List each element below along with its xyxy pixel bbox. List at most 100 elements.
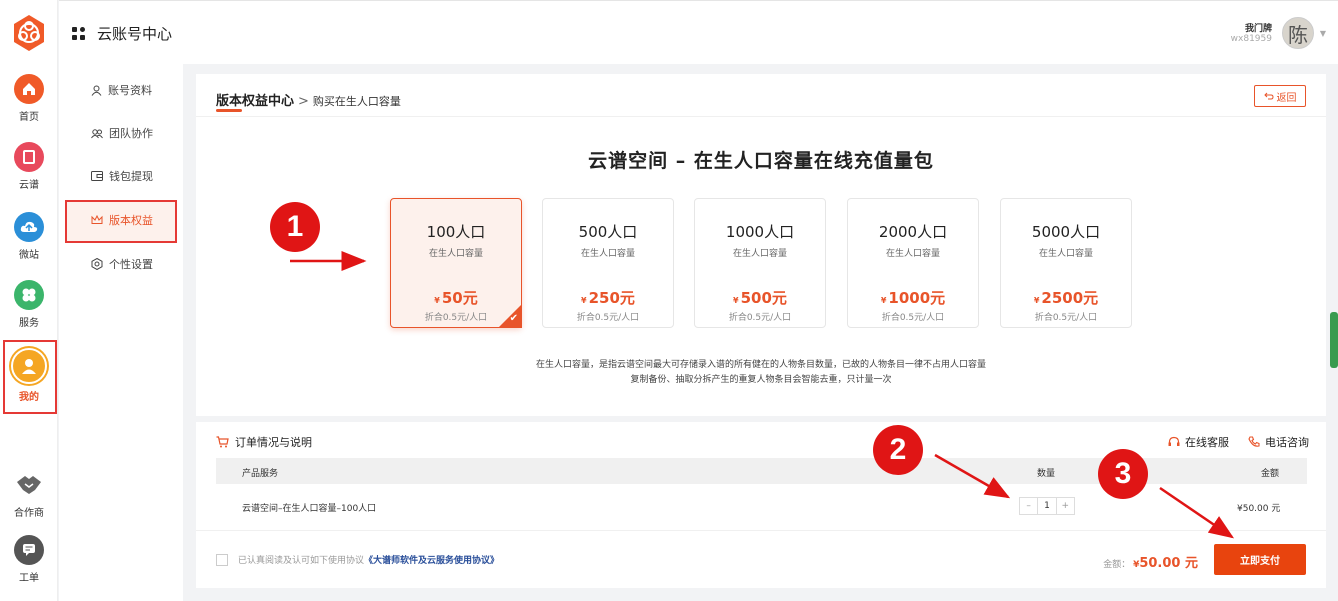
quantity-stepper[interactable]: – 1 + bbox=[1019, 497, 1075, 515]
package-price-value: 250元 bbox=[588, 289, 635, 307]
qty-minus-button[interactable]: – bbox=[1020, 498, 1037, 514]
package-price-value: 50元 bbox=[441, 289, 478, 307]
package-option[interactable]: 5000人口 在生人口容量 ¥2500元 折合0.5元/人口 bbox=[1000, 198, 1132, 328]
rail-item-home[interactable]: 首页 bbox=[0, 74, 58, 123]
agree-text: 已认真阅读及认可如下使用协议 bbox=[238, 556, 365, 566]
account-nav: 账号资料 团队协作 钱包提现 版本权益 个性设置 bbox=[59, 64, 183, 601]
pay-now-button[interactable]: 立即支付 bbox=[1214, 544, 1306, 575]
package-price: ¥250元 bbox=[543, 287, 673, 308]
package-name: 2000人口 bbox=[878, 223, 948, 241]
cart-icon bbox=[216, 436, 229, 448]
online-service-label: 在线客服 bbox=[1185, 436, 1229, 449]
page-title: 云谱空间 – 在生人口容量在线充值量包 bbox=[588, 150, 934, 172]
rail-item-service[interactable]: 服务 bbox=[0, 280, 58, 329]
nav-item-settings[interactable]: 个性设置 bbox=[59, 254, 183, 274]
package-name: 100人口 bbox=[426, 223, 486, 241]
package-option[interactable]: 1000人口 在生人口容量 ¥500元 折合0.5元/人口 bbox=[694, 198, 826, 328]
col-qty: 数量 bbox=[1037, 469, 1056, 479]
package-option[interactable]: 2000人口 在生人口容量 ¥1000元 折合0.5元/人口 bbox=[847, 198, 979, 328]
package-name: 1000人口 bbox=[725, 223, 795, 241]
capacity-note: 在生人口容量，是指云谱空间最大可存储录入谱的所有健在的人物条目数量，已故的人物条… bbox=[196, 358, 1326, 388]
annotation-badge-2: 2 bbox=[873, 425, 923, 475]
breadcrumb-underline bbox=[216, 109, 242, 112]
breadcrumb: 版本权益中心 > 购买在生人口容量 bbox=[216, 90, 401, 109]
rail-item-mine[interactable]: 我的 bbox=[0, 348, 58, 403]
agree-checkbox[interactable] bbox=[216, 553, 228, 566]
handshake-icon bbox=[14, 470, 44, 500]
currency-symbol: ¥ bbox=[733, 296, 739, 305]
user-id: wx81959 bbox=[1230, 34, 1272, 44]
package-subtitle: 在生人口容量 bbox=[1038, 249, 1093, 259]
package-price-value: 2500元 bbox=[1041, 289, 1099, 307]
nav-item-label: 钱包提现 bbox=[109, 170, 153, 183]
agreement: 已认真阅读及认可如下使用协议 《大谱师软件及云服务使用协议》 bbox=[216, 553, 499, 566]
crown-icon bbox=[91, 215, 103, 224]
rail-item-yunpu[interactable]: 云谱 bbox=[0, 142, 58, 191]
row-product: 云谱空间–在生人口容量–100人口 bbox=[242, 504, 377, 514]
rail-item-ticket[interactable]: 工单 bbox=[0, 535, 58, 584]
rail-item-weizhan[interactable]: 微站 bbox=[0, 212, 58, 261]
package-discount: 折合0.5元/人口 bbox=[1034, 313, 1098, 323]
app-logo-icon[interactable] bbox=[10, 14, 48, 52]
user-outline-icon bbox=[91, 85, 102, 96]
note-line: 复制备份、抽取分拆产生的重复人物条目会智能去重，只计量一次 bbox=[630, 375, 892, 385]
settings-icon bbox=[91, 258, 103, 270]
back-button-label: 返回 bbox=[1276, 92, 1297, 104]
nav-item-wallet[interactable]: 钱包提现 bbox=[59, 166, 183, 186]
rail-label: 微站 bbox=[19, 250, 39, 261]
annotation-badge-1: 1 bbox=[270, 202, 320, 252]
agreement-link[interactable]: 《大谱师软件及云服务使用协议》 bbox=[364, 553, 499, 566]
avatar[interactable]: 陈 bbox=[1282, 17, 1314, 49]
table-row: 云谱空间–在生人口容量–100人口 – 1 + ¥50.00 元 bbox=[216, 484, 1307, 528]
package-price: ¥2500元 bbox=[1001, 287, 1131, 308]
package-price-value: 1000元 bbox=[888, 289, 946, 307]
qty-plus-button[interactable]: + bbox=[1057, 498, 1074, 514]
divider bbox=[196, 530, 1326, 531]
top-header: 云账号中心 我门牌 wx81959 陈 ▼ bbox=[59, 0, 1338, 64]
currency-symbol: ¥ bbox=[880, 296, 887, 305]
package-option[interactable]: 500人口 在生人口容量 ¥250元 折合0.5元/人口 bbox=[542, 198, 674, 328]
col-amount: 金额 bbox=[1261, 469, 1280, 479]
phone-icon bbox=[1248, 436, 1260, 447]
rail-label: 我的 bbox=[19, 392, 39, 403]
package-subtitle: 在生人口容量 bbox=[580, 249, 635, 259]
scrollbar[interactable] bbox=[1330, 312, 1338, 368]
back-button[interactable]: 返回 bbox=[1254, 85, 1306, 107]
phone-consult-link[interactable]: 电话咨询 bbox=[1248, 434, 1309, 450]
package-price: ¥500元 bbox=[695, 287, 825, 308]
nav-item-team[interactable]: 团队协作 bbox=[59, 123, 183, 143]
rail-label: 合作商 bbox=[14, 508, 44, 519]
package-option[interactable]: 100人口 在生人口容量 ¥50元 折合0.5元/人口 ✔ bbox=[390, 198, 522, 328]
currency-symbol: ¥ bbox=[581, 296, 587, 305]
nav-item-label: 版本权益 bbox=[109, 214, 153, 227]
package-price: ¥1000元 bbox=[848, 287, 978, 308]
chevron-down-icon[interactable]: ▼ bbox=[1320, 29, 1326, 38]
currency-symbol: ¥ bbox=[434, 296, 440, 305]
note-line: 在生人口容量，是指云谱空间最大可存储录入谱的所有健在的人物条目数量，已故的人物条… bbox=[535, 360, 986, 370]
qty-input[interactable]: 1 bbox=[1037, 498, 1057, 514]
package-discount: 折合0.5元/人口 bbox=[728, 313, 792, 323]
row-amount: ¥50.00 元 bbox=[1237, 504, 1281, 514]
online-service-link[interactable]: 在线客服 bbox=[1168, 434, 1229, 450]
order-title: 订单情况与说明 bbox=[216, 434, 312, 450]
package-subtitle: 在生人口容量 bbox=[885, 249, 940, 259]
package-price-value: 500元 bbox=[740, 289, 787, 307]
page-header-title: 云账号中心 bbox=[97, 25, 173, 43]
user-icon bbox=[11, 348, 47, 384]
col-product: 产品服务 bbox=[242, 469, 279, 479]
clover-icon bbox=[14, 280, 44, 310]
breadcrumb-separator: > bbox=[298, 94, 309, 109]
wallet-icon bbox=[91, 171, 103, 181]
nav-item-version[interactable]: 版本权益 bbox=[59, 210, 183, 230]
nav-item-profile[interactable]: 账号资料 bbox=[59, 80, 183, 100]
breadcrumb-main[interactable]: 版本权益中心 bbox=[216, 94, 294, 109]
rail-label: 首页 bbox=[19, 112, 39, 123]
nav-item-label: 个性设置 bbox=[109, 258, 153, 271]
annotation-badge-3: 3 bbox=[1098, 449, 1148, 499]
app-rail: 首页 云谱 微站 服务 我的 合作商 工单 bbox=[0, 0, 58, 601]
rail-item-partner[interactable]: 合作商 bbox=[0, 470, 58, 519]
headset-icon bbox=[1168, 436, 1180, 446]
currency-symbol: ¥ bbox=[1033, 296, 1040, 305]
chat-icon bbox=[14, 535, 44, 565]
user-info[interactable]: 我门牌 wx81959 bbox=[1231, 21, 1272, 44]
